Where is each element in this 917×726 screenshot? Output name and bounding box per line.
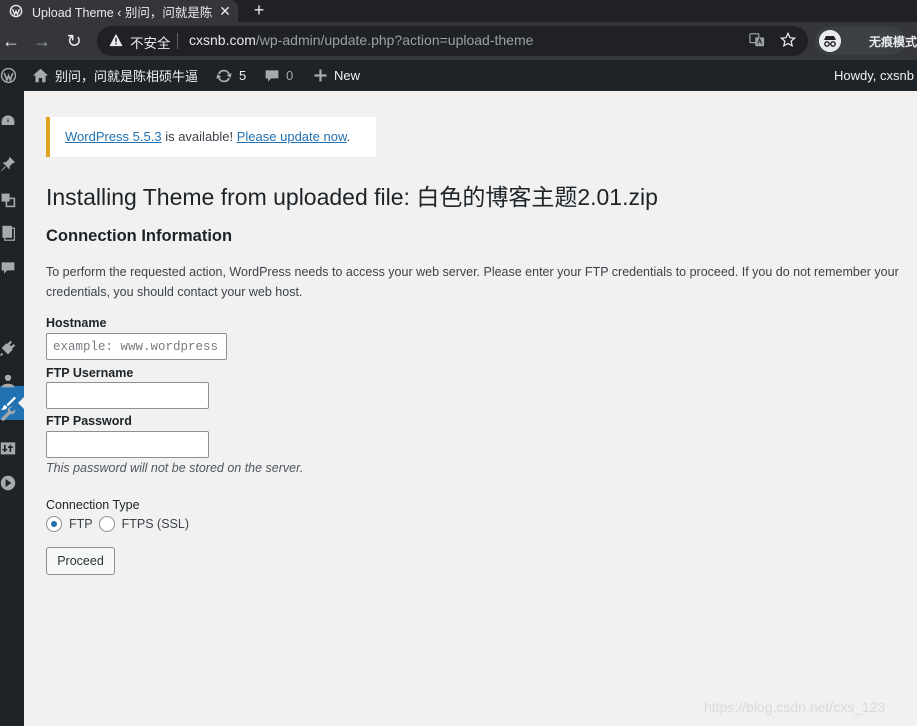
wp-logo-menu[interactable] bbox=[0, 60, 17, 91]
menu-pages[interactable] bbox=[0, 223, 20, 243]
bookmark-star-icon[interactable] bbox=[779, 31, 797, 50]
ftp-username-input[interactable] bbox=[46, 382, 209, 409]
browser-tab-strip: Upload Theme ‹ 别问，问就是陈 ✕ + bbox=[0, 0, 917, 22]
ftp-radio-label[interactable]: FTP bbox=[69, 517, 93, 531]
menu-settings[interactable] bbox=[0, 438, 20, 458]
tab-close-icon[interactable]: ✕ bbox=[218, 3, 232, 20]
update-now-link[interactable]: Please update now bbox=[237, 129, 347, 144]
incognito-icon bbox=[819, 30, 841, 52]
new-content-menu[interactable]: New bbox=[313, 60, 360, 91]
new-tab-button[interactable]: + bbox=[248, 0, 270, 22]
address-bar[interactable]: 不安全 cxsnb.com/wp-admin/update.php?action… bbox=[97, 26, 808, 56]
my-account-menu[interactable]: Howdy, cxsnb bbox=[828, 60, 914, 91]
ftp-password-label: FTP Password bbox=[46, 414, 132, 428]
users-icon bbox=[1, 374, 15, 388]
comments-count: 0 bbox=[286, 68, 294, 83]
url-text[interactable]: cxsnb.com/wp-admin/update.php?action=upl… bbox=[189, 32, 533, 48]
updates-menu[interactable]: 5 bbox=[215, 60, 246, 91]
browser-tab-active[interactable]: Upload Theme ‹ 别问，问就是陈 ✕ bbox=[0, 0, 238, 22]
connection-type-label: Connection Type bbox=[46, 498, 140, 512]
reload-button[interactable]: ↻ bbox=[63, 30, 85, 52]
pin-icon bbox=[0, 156, 16, 172]
howdy-greeting: Howdy, cxsnb bbox=[834, 68, 914, 83]
menu-tools[interactable] bbox=[0, 404, 20, 424]
page-title: Installing Theme from uploaded file: 白色的… bbox=[46, 184, 658, 210]
insecure-label[interactable]: 不安全 bbox=[130, 32, 171, 52]
menu-comments[interactable] bbox=[0, 258, 20, 278]
wordpress-version-link[interactable]: WordPress 5.5.3 bbox=[65, 129, 162, 144]
watermark-text: https://blog.csdn.net/cxs_123 bbox=[704, 699, 886, 715]
menu-users[interactable] bbox=[0, 371, 20, 391]
menu-dashboard[interactable] bbox=[0, 111, 20, 131]
plus-icon bbox=[314, 69, 327, 82]
new-label: New bbox=[334, 68, 361, 83]
omnibox-separator bbox=[177, 33, 178, 49]
home-icon bbox=[32, 68, 49, 83]
updates-icon bbox=[216, 69, 232, 82]
proceed-button[interactable]: Proceed bbox=[46, 547, 115, 575]
translate-icon[interactable] bbox=[748, 32, 766, 50]
tab-title: Upload Theme ‹ 别问，问就是陈 bbox=[32, 5, 212, 20]
url-host: cxsnb.com bbox=[189, 32, 256, 48]
ftps-radio-label[interactable]: FTPS (SSL) bbox=[122, 517, 189, 531]
site-name: 别问，问就是陈相硕牛逼 bbox=[55, 69, 199, 84]
admin-sidebar bbox=[0, 91, 24, 726]
connection-type-group: FTP FTPS (SSL) bbox=[46, 516, 195, 532]
browser-toolbar: ← → ↻ 不安全 cxsnb.com/wp-admin/update.php?… bbox=[0, 22, 917, 60]
site-name-menu[interactable]: 别问，问就是陈相硕牛逼 bbox=[32, 60, 198, 91]
wordpress-favicon-icon bbox=[9, 4, 23, 18]
ftp-username-label: FTP Username bbox=[46, 366, 134, 380]
comment-bubble-icon bbox=[265, 69, 279, 82]
notice-text: is available! bbox=[161, 129, 237, 144]
password-hint: This password will not be stored on the … bbox=[46, 461, 304, 475]
incognito-badge[interactable]: 无痕模式 bbox=[815, 27, 917, 55]
hostname-label: Hostname bbox=[46, 316, 107, 330]
update-notice: WordPress 5.5.3 is available! Please upd… bbox=[46, 117, 376, 157]
menu-posts[interactable] bbox=[0, 154, 20, 174]
back-button[interactable]: ← bbox=[0, 30, 22, 52]
notice-period: . bbox=[346, 129, 351, 144]
wp-admin-bar: 别问，问就是陈相硕牛逼 5 0 New Howdy, cxsnb bbox=[0, 60, 917, 91]
pages-icon bbox=[2, 225, 16, 241]
connection-description: To perform the requested action, WordPre… bbox=[46, 265, 899, 299]
hostname-input[interactable] bbox=[46, 333, 227, 360]
incognito-label: 无痕模式 bbox=[869, 34, 917, 49]
url-path: /wp-admin/update.php?action=upload-theme bbox=[255, 32, 534, 48]
dashboard-icon bbox=[1, 115, 15, 125]
comments-menu[interactable]: 0 bbox=[264, 60, 293, 91]
ftp-password-input[interactable] bbox=[46, 431, 209, 458]
collapse-menu-icon bbox=[0, 475, 16, 491]
media-icon bbox=[1, 193, 16, 208]
wrench-icon bbox=[0, 406, 16, 422]
forward-button[interactable]: → bbox=[31, 30, 53, 52]
menu-plugins[interactable] bbox=[0, 338, 20, 358]
section-title: Connection Information bbox=[46, 227, 233, 245]
menu-media[interactable] bbox=[0, 190, 20, 210]
wordpress-logo-icon bbox=[0, 67, 17, 84]
warning-triangle-icon[interactable] bbox=[109, 33, 123, 47]
menu-collapse[interactable] bbox=[0, 473, 20, 493]
comments-icon bbox=[1, 262, 15, 274]
updates-count: 5 bbox=[239, 68, 247, 83]
plugin-icon bbox=[0, 340, 16, 356]
settings-sliders-icon bbox=[0, 442, 16, 455]
ftps-radio[interactable] bbox=[98, 516, 115, 532]
ftp-radio[interactable] bbox=[46, 516, 62, 532]
